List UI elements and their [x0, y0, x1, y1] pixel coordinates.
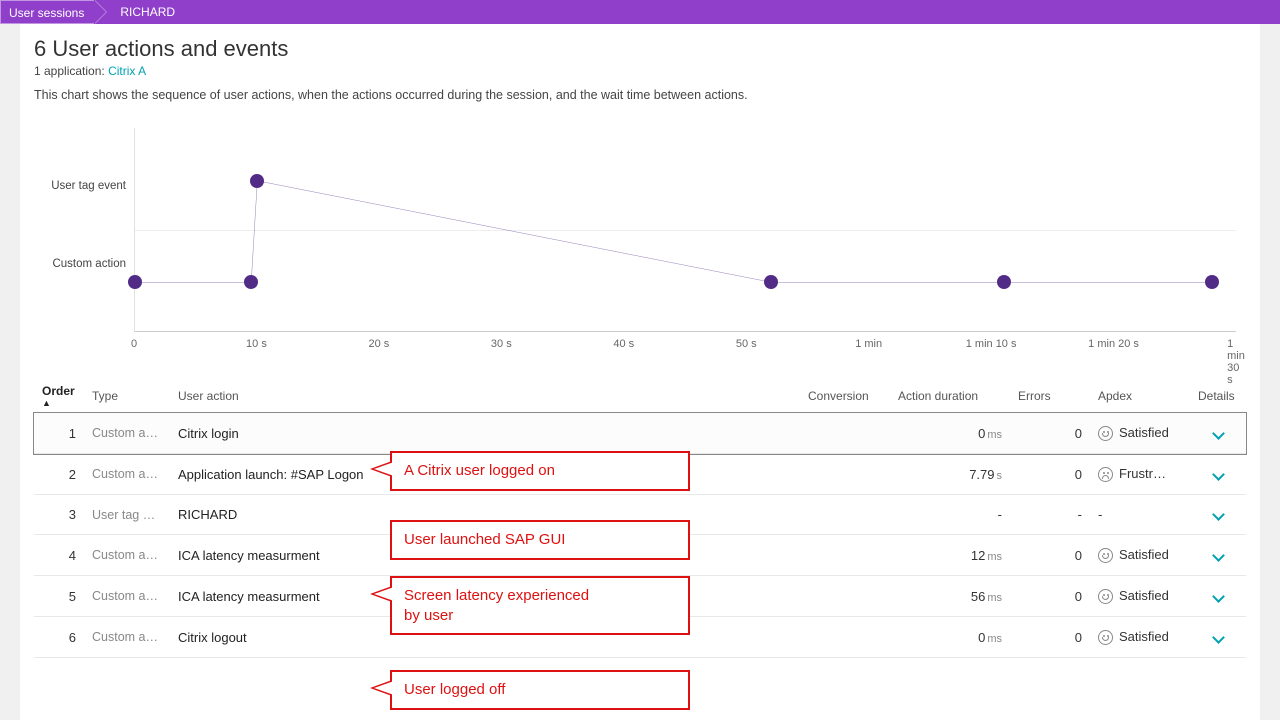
apdex-satisfied-icon: [1098, 630, 1113, 645]
y-axis-labels: User tag event Custom action: [42, 128, 134, 332]
cell-type: Custom acti…: [84, 576, 170, 617]
cell-order: 3: [34, 495, 84, 535]
apdex-satisfied-icon: [1098, 548, 1113, 563]
breadcrumb-user-sessions[interactable]: User sessions: [0, 0, 94, 24]
x-tick: 50 s: [736, 338, 757, 350]
chart-point[interactable]: [128, 275, 142, 289]
cell-conversion: [800, 454, 890, 495]
app-count-label: 1 application:: [34, 64, 105, 78]
page-content: 6 User actions and events 1 application:…: [20, 24, 1260, 720]
y-label-bottom: Custom action: [42, 258, 126, 270]
cell-conversion: [800, 495, 890, 535]
application-link[interactable]: Citrix A: [108, 64, 146, 78]
cell-apdex: Satisfied: [1090, 535, 1190, 576]
cell-order: 1: [34, 413, 84, 454]
cell-apdex: Frustr…: [1090, 454, 1190, 495]
chart-description: This chart shows the sequence of user ac…: [34, 88, 1246, 102]
apdex-satisfied-icon: [1098, 426, 1113, 441]
cell-type: Custom acti…: [84, 535, 170, 576]
cell-type: Custom acti…: [84, 413, 170, 454]
cell-action: Citrix login: [170, 413, 800, 454]
x-tick: 20 s: [368, 338, 389, 350]
cell-errors: 0: [1010, 454, 1090, 495]
cell-order: 2: [34, 454, 84, 495]
cell-errors: 0: [1010, 576, 1090, 617]
cell-conversion: [800, 413, 890, 454]
col-user-action[interactable]: User action: [170, 380, 800, 413]
cell-details: [1190, 495, 1246, 535]
cell-duration: 56ms: [890, 576, 1010, 617]
chevron-down-icon[interactable]: [1212, 508, 1225, 521]
cell-errors: 0: [1010, 535, 1090, 576]
cell-duration: 7.79s: [890, 454, 1010, 495]
waterfall-chart: User tag event Custom action: [42, 128, 1246, 332]
cell-apdex: Satisfied: [1090, 576, 1190, 617]
x-tick: 40 s: [613, 338, 634, 350]
chart-point[interactable]: [1205, 275, 1219, 289]
apdex-satisfied-icon: [1098, 589, 1113, 604]
cell-duration: 0ms: [890, 413, 1010, 454]
sort-asc-icon: ▲: [42, 398, 76, 408]
chevron-down-icon[interactable]: [1212, 590, 1225, 603]
plot-area[interactable]: [134, 128, 1236, 332]
cell-errors: -: [1010, 495, 1090, 535]
annotation-callout: User launched SAP GUI: [390, 520, 690, 560]
annotation-callout: A Citrix user logged on: [390, 451, 690, 491]
chevron-down-icon[interactable]: [1212, 427, 1225, 440]
cell-conversion: [800, 576, 890, 617]
x-tick: 30 s: [491, 338, 512, 350]
x-tick: 1 min 30 s: [1227, 338, 1245, 386]
cell-apdex: Satisfied: [1090, 413, 1190, 454]
col-duration[interactable]: Action duration: [890, 380, 1010, 413]
cell-details: [1190, 454, 1246, 495]
cell-errors: 0: [1010, 413, 1090, 454]
cell-apdex: -: [1090, 495, 1190, 535]
x-tick: 10 s: [246, 338, 267, 350]
cell-details: [1190, 535, 1246, 576]
cell-details: [1190, 413, 1246, 454]
page-title: 6 User actions and events: [34, 36, 1246, 62]
y-label-top: User tag event: [42, 180, 126, 192]
cell-order: 6: [34, 617, 84, 658]
table-header: Order▲ Type User action Conversion Actio…: [34, 380, 1246, 413]
col-type[interactable]: Type: [84, 380, 170, 413]
apdex-frustrated-icon: [1098, 467, 1113, 482]
cell-details: [1190, 576, 1246, 617]
col-apdex[interactable]: Apdex: [1090, 380, 1190, 413]
cell-order: 5: [34, 576, 84, 617]
chevron-down-icon[interactable]: [1212, 549, 1225, 562]
col-order[interactable]: Order▲: [34, 380, 84, 413]
cell-type: Custom acti…: [84, 454, 170, 495]
annotation-callout: Screen latency experiencedby user: [390, 576, 690, 635]
chart-point[interactable]: [997, 275, 1011, 289]
x-tick: 1 min 10 s: [966, 338, 1017, 350]
cell-type: User tag ev…: [84, 495, 170, 535]
chevron-down-icon[interactable]: [1212, 468, 1225, 481]
cell-duration: 12ms: [890, 535, 1010, 576]
x-tick: 1 min: [855, 338, 882, 350]
app-subtitle: 1 application: Citrix A: [34, 64, 1246, 78]
chart-point[interactable]: [250, 174, 264, 188]
cell-duration: 0ms: [890, 617, 1010, 658]
x-tick: 0: [131, 338, 137, 350]
breadcrumb: User sessions RICHARD: [0, 0, 1280, 24]
cell-type: Custom acti…: [84, 617, 170, 658]
table-row[interactable]: 1Custom acti…Citrix login 0ms0Satisfied: [34, 413, 1246, 454]
annotation-callout: User logged off: [390, 670, 690, 710]
cell-errors: 0: [1010, 617, 1090, 658]
x-tick: 1 min 20 s: [1088, 338, 1139, 350]
chevron-down-icon[interactable]: [1212, 631, 1225, 644]
x-axis: 0 10 s 20 s 30 s 40 s 50 s 1 min 1 min 10 s 1 mi…: [134, 332, 1236, 352]
cell-conversion: [800, 617, 890, 658]
cell-details: [1190, 617, 1246, 658]
cell-apdex: Satisfied: [1090, 617, 1190, 658]
chart-point[interactable]: [244, 275, 258, 289]
col-errors[interactable]: Errors: [1010, 380, 1090, 413]
col-conversion[interactable]: Conversion: [800, 380, 890, 413]
cell-conversion: [800, 535, 890, 576]
chart-point[interactable]: [764, 275, 778, 289]
cell-order: 4: [34, 535, 84, 576]
cell-duration: -: [890, 495, 1010, 535]
